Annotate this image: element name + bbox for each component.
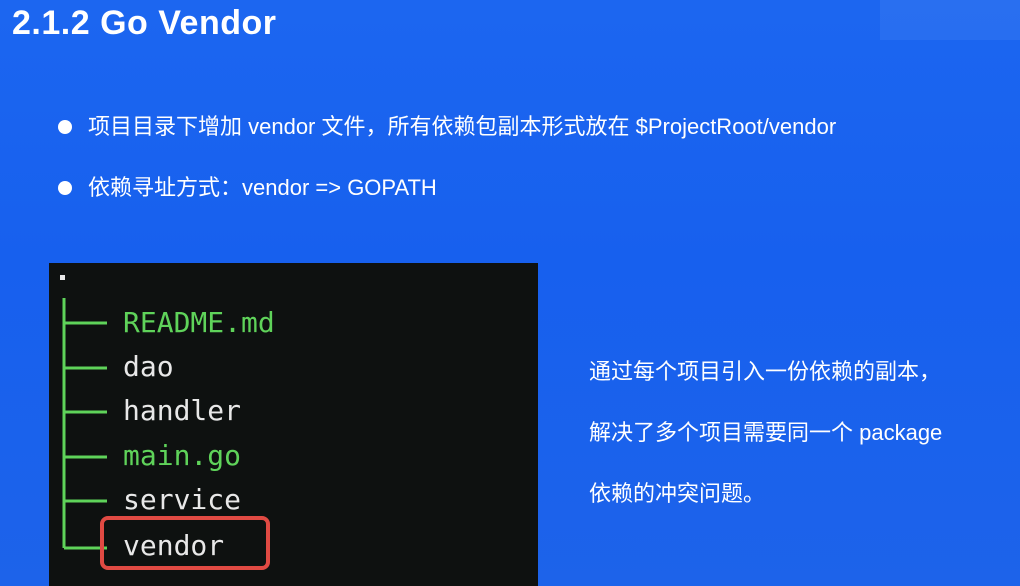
bullet-dot-icon — [58, 120, 72, 134]
slide-title: 2.1.2 Go Vendor — [12, 4, 277, 42]
side-note-line-2: 解决了多个项目需要同一个 package — [589, 420, 943, 445]
side-note-line-1: 通过每个项目引入一份依赖的副本， — [589, 359, 942, 384]
bullet-text: 项目目录下增加 vendor 文件，所有依赖包副本形式放在 $ProjectRo… — [88, 114, 837, 139]
tree-item-handler: handler — [123, 394, 242, 427]
bullet-dot-icon — [58, 181, 72, 195]
bullet-text: 依赖寻址方式：vendor => GOPATH — [88, 175, 437, 200]
bullet-item-lookup: 依赖寻址方式：vendor => GOPATH — [58, 173, 836, 203]
tree-item-main-go: main.go — [123, 439, 242, 472]
tree-item-readme: README.md — [123, 306, 275, 339]
tree-item-service: service — [123, 483, 242, 516]
side-note: 通过每个项目引入一份依赖的副本， 解决了多个项目需要同一个 package 依赖… — [589, 357, 942, 540]
side-note-line-3: 依赖的冲突问题。 — [589, 481, 766, 506]
bullet-list: 项目目录下增加 vendor 文件，所有依赖包副本形式放在 $ProjectRo… — [58, 112, 836, 234]
terminal-tree-panel: README.md dao handler main.go service ve… — [49, 263, 538, 586]
bullet-item-vendor-dir: 项目目录下增加 vendor 文件，所有依赖包副本形式放在 $ProjectRo… — [58, 112, 836, 142]
top-right-strip — [880, 0, 1020, 40]
tree-item-dao: dao — [123, 350, 174, 383]
vendor-highlight-box — [100, 516, 270, 570]
